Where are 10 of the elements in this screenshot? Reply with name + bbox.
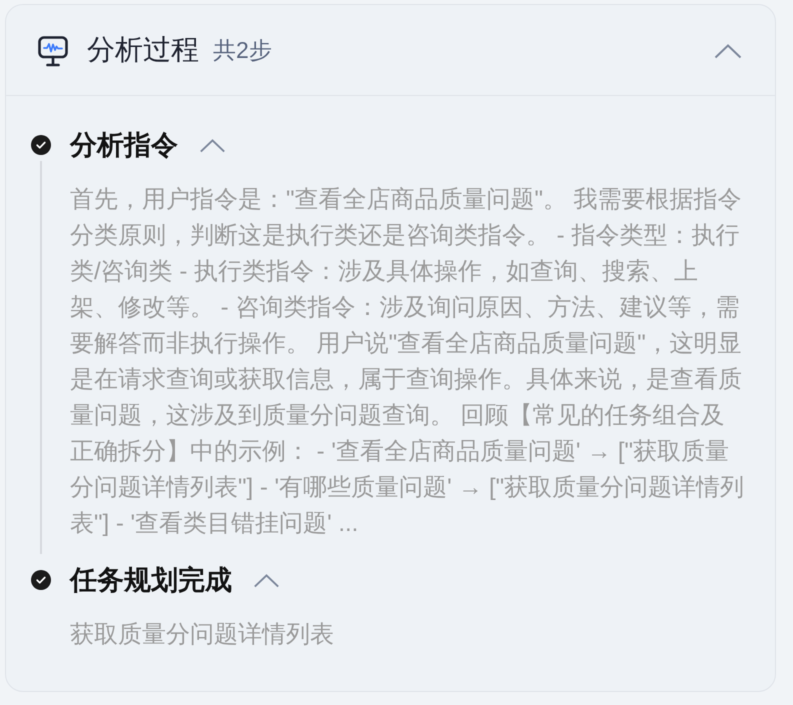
step-title: 任务规划完成 bbox=[70, 565, 232, 595]
panel-title: 分析过程 bbox=[87, 33, 199, 67]
step-text: 获取质量分问题详情列表 bbox=[70, 620, 335, 650]
step-count: 共2步 bbox=[213, 36, 272, 64]
chevron-icon[interactable] bbox=[199, 138, 226, 152]
monitor-icon bbox=[38, 36, 68, 66]
chevron-icon[interactable] bbox=[714, 44, 742, 58]
step-title: 分析指令 bbox=[70, 130, 178, 160]
step-text: 首先，用户指令是："查看全店商品质量问题"。 我需要根据指令分类原则，判断这是执行类还是咨询类指令。 - 指令类型：执行类/咨询类 - 执行类指令：涉及具体操作，如查询、搜索、上架、修改等。 - 咨询类指令：涉及询问原因、方法、建议等，需要解答而非执行操作。 用户说"查看全店商品质量问题"，这明显是在请求查询或获取信息，属于查询操作。具体来说，是查看质量问题，这涉及到质量分问题查询。 回顾【常见的任务组合及正确拆分】中的示例： - '查看全店商品质量问题' → ["获取质量分问题详情列表"] - '有哪些质量问题' → ["获取质量分问题详情列表"] - '查看类目错挂问题' ... bbox=[70, 185, 745, 539]
chevron-icon[interactable] bbox=[253, 574, 280, 588]
